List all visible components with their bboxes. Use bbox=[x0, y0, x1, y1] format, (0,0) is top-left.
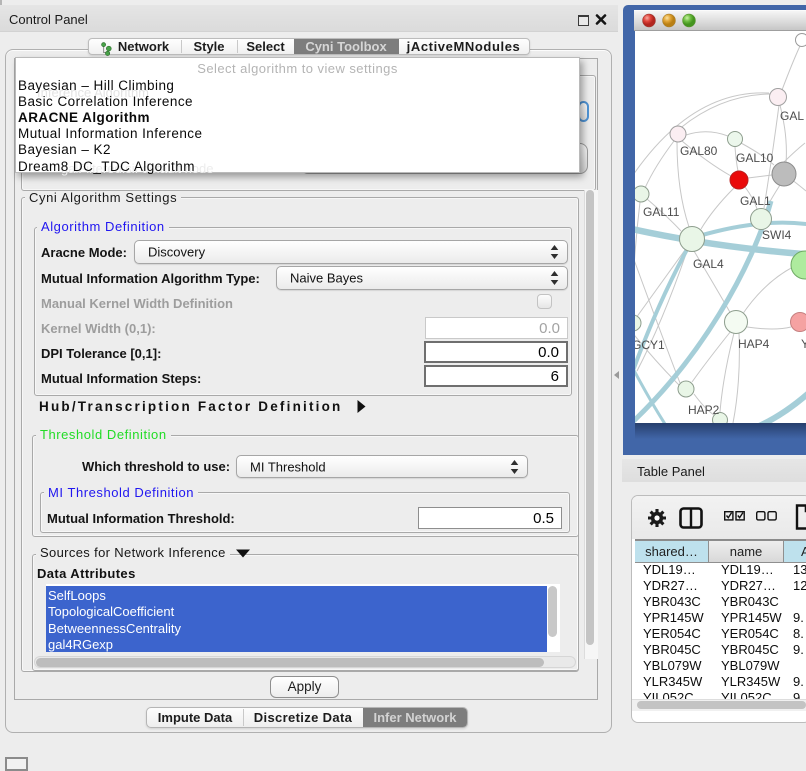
svg-text:Y: Y bbox=[801, 337, 806, 351]
svg-text:HAP4: HAP4 bbox=[738, 337, 770, 351]
svg-text:GCY1: GCY1 bbox=[635, 338, 665, 352]
svg-text:GAL11: GAL11 bbox=[643, 205, 680, 219]
svg-text:HAP2: HAP2 bbox=[688, 403, 720, 417]
svg-text:GAL: GAL bbox=[780, 109, 804, 123]
svg-text:GAL10: GAL10 bbox=[736, 151, 774, 165]
svg-text:GAL1: GAL1 bbox=[740, 194, 771, 208]
svg-text:GAL80: GAL80 bbox=[680, 144, 718, 158]
svg-text:GAL4: GAL4 bbox=[693, 257, 724, 271]
svg-text:SWI4: SWI4 bbox=[762, 228, 792, 242]
